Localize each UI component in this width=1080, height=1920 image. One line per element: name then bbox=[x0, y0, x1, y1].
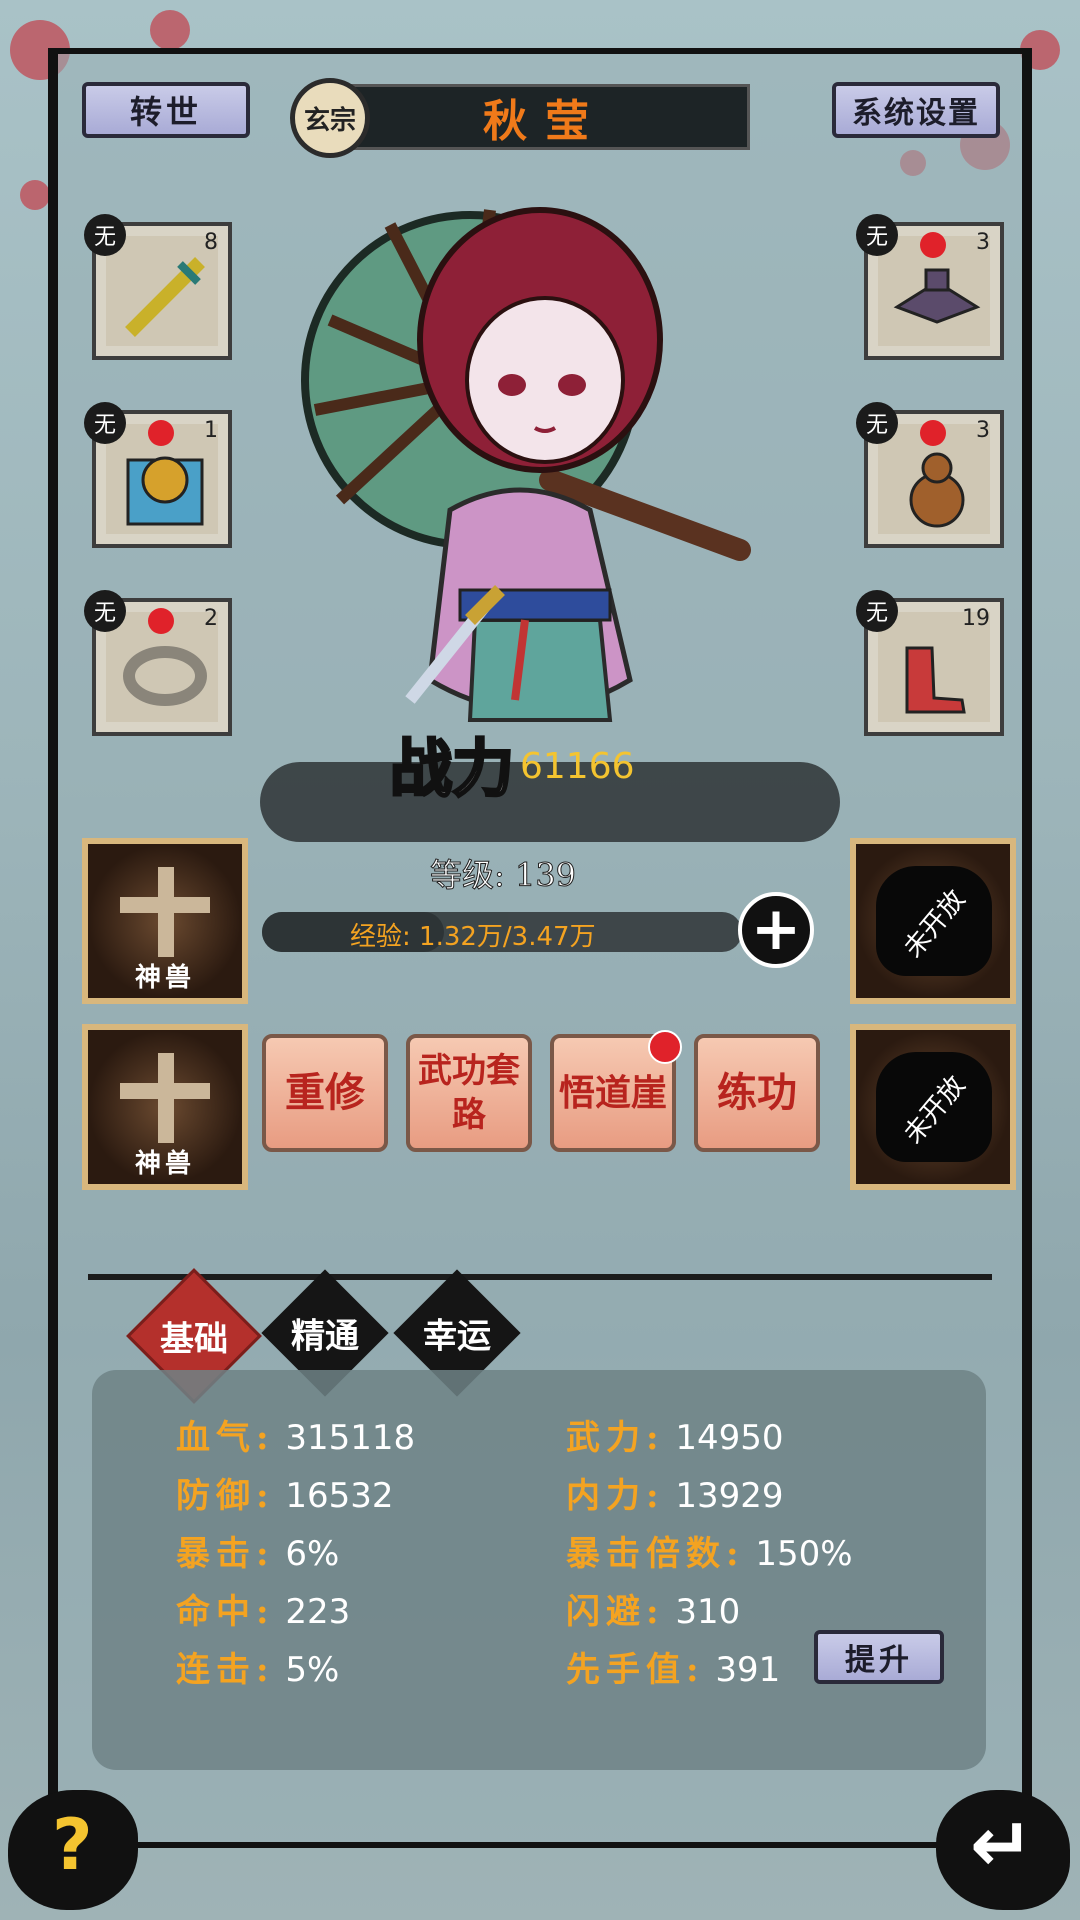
upgrade-button[interactable]: 提升 bbox=[814, 1630, 944, 1684]
divine-beast-slot-2[interactable]: 神兽 bbox=[82, 1024, 248, 1190]
plus-icon bbox=[120, 1052, 210, 1143]
rebirth-button[interactable]: 转世 bbox=[82, 82, 250, 138]
level-label: 等级: 139 bbox=[429, 856, 577, 895]
power-label: 战力 bbox=[388, 731, 515, 807]
locked-slot-1[interactable]: 未开放 bbox=[850, 838, 1016, 1004]
slot-tag: 无 bbox=[84, 590, 126, 632]
divine-beast-slot-1[interactable]: 神兽 bbox=[82, 838, 248, 1004]
stat-crit: 暴击: 6% bbox=[176, 1534, 340, 1574]
slot-tag: 无 bbox=[856, 214, 898, 256]
settings-button[interactable]: 系统设置 bbox=[832, 82, 1000, 138]
plus-icon: + bbox=[750, 893, 802, 964]
stat-defense: 防御: 16532 bbox=[176, 1476, 394, 1516]
boots-icon bbox=[892, 628, 982, 718]
retrain-button[interactable]: 重修 bbox=[262, 1034, 388, 1152]
character-portrait bbox=[300, 180, 760, 740]
stat-force: 武力: 14950 bbox=[566, 1418, 784, 1458]
equip-slot-weapon[interactable]: 无 8 bbox=[84, 214, 232, 360]
ring-icon bbox=[120, 628, 210, 718]
equip-slot-ring[interactable]: 无 2 bbox=[84, 590, 232, 736]
stat-crit-multiplier: 暴击倍数: 150% bbox=[566, 1534, 853, 1574]
slot-tag: 无 bbox=[84, 402, 126, 444]
sword-icon bbox=[120, 252, 210, 342]
exp-label: 经验: 1.32万/3.47万 bbox=[350, 922, 596, 952]
locked-slot-2[interactable]: 未开放 bbox=[850, 1024, 1016, 1190]
hat-icon bbox=[892, 252, 982, 342]
stat-inner-power: 内力: 13929 bbox=[566, 1476, 784, 1516]
stat-combo: 连击: 5% bbox=[176, 1650, 340, 1690]
martial-arts-button[interactable]: 武功套路 bbox=[406, 1034, 532, 1152]
equip-slot-boots[interactable]: 无 19 bbox=[856, 590, 1004, 736]
help-button[interactable]: ? bbox=[8, 1790, 138, 1910]
equip-slot-gourd[interactable]: 无 3 bbox=[856, 402, 1004, 548]
add-exp-button[interactable]: + bbox=[738, 892, 814, 968]
plus-icon bbox=[120, 866, 210, 957]
slot-tag: 无 bbox=[856, 402, 898, 444]
stat-hit: 命中: 223 bbox=[176, 1592, 351, 1632]
power-value: 61166 bbox=[520, 746, 635, 787]
action-label: 悟道崖 bbox=[558, 1072, 667, 1114]
gourd-icon bbox=[892, 440, 982, 530]
stat-hp: 血气: 315118 bbox=[176, 1418, 416, 1458]
beast-label: 神兽 bbox=[134, 963, 195, 993]
equip-slot-hat[interactable]: 无 3 bbox=[856, 214, 1004, 360]
slot-tag: 无 bbox=[856, 590, 898, 632]
equip-slot-armor[interactable]: 无 1 bbox=[84, 402, 232, 548]
practice-button[interactable]: 练功 bbox=[694, 1034, 820, 1152]
slot-tag: 无 bbox=[84, 214, 126, 256]
notification-dot bbox=[648, 1030, 682, 1064]
armor-icon bbox=[120, 440, 210, 530]
question-icon: ? bbox=[52, 1804, 93, 1886]
back-button[interactable]: ↵ bbox=[936, 1790, 1070, 1910]
character-name: 秋莹 bbox=[340, 84, 750, 150]
stat-initiative: 先手值: 391 bbox=[566, 1650, 781, 1690]
stat-dodge: 闪避: 310 bbox=[566, 1592, 741, 1632]
beast-label: 神兽 bbox=[134, 1149, 195, 1179]
return-icon: ↵ bbox=[970, 1800, 1034, 1889]
sect-badge: 玄宗 bbox=[290, 78, 370, 158]
divider bbox=[88, 1274, 992, 1280]
